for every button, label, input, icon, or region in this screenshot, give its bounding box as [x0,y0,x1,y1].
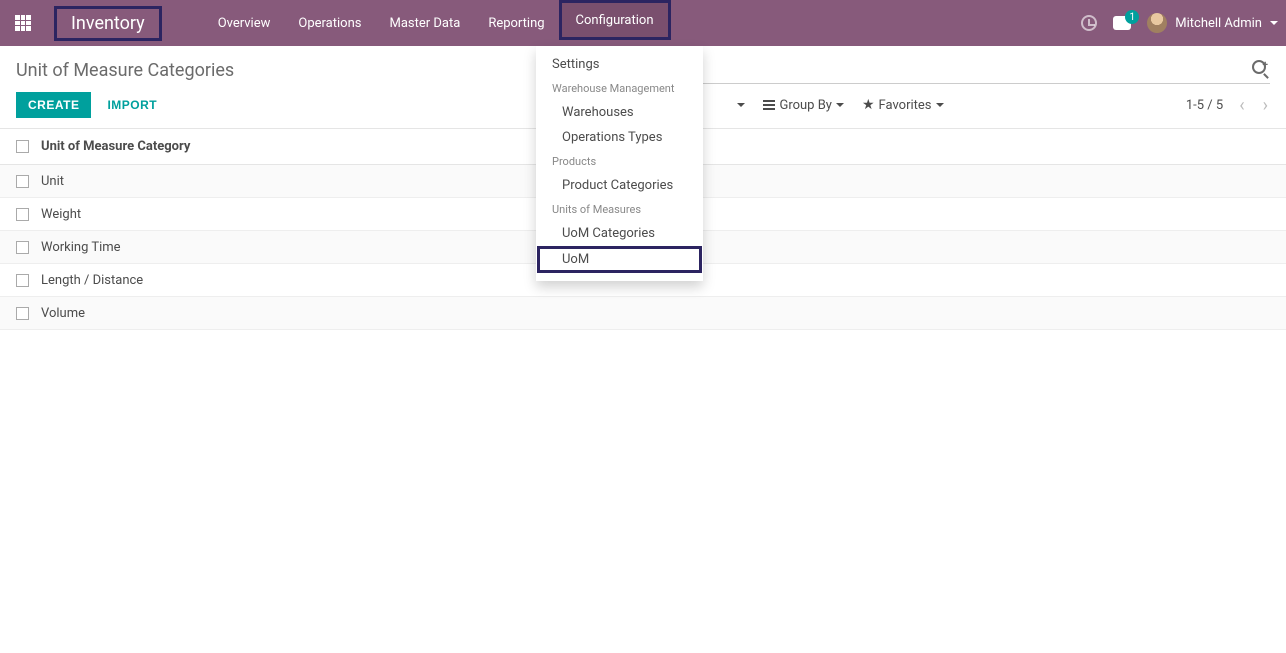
row-checkbox[interactable] [16,175,29,188]
row-category: Length / Distance [41,273,143,288]
user-name: Mitchell Admin [1175,16,1262,31]
pager-prev[interactable]: ‹ [1237,95,1246,116]
list-icon [763,100,775,110]
create-button[interactable]: CREATE [16,92,91,118]
chevron-down-icon [836,103,844,111]
configuration-dropdown: Settings Warehouse Management Warehouses… [536,46,703,281]
row-checkbox[interactable] [16,274,29,287]
topbar: Inventory Overview Operations Master Dat… [0,0,1286,46]
dd-header-warehouse: Warehouse Management [536,77,703,100]
select-all-checkbox[interactable] [16,140,29,153]
group-by-label: Group By [779,98,832,113]
list-row[interactable]: Volume [0,297,1286,330]
search-input[interactable] [694,56,1270,84]
dd-warehouses[interactable]: Warehouses [536,100,703,125]
row-checkbox[interactable] [16,208,29,221]
row-checkbox[interactable] [16,241,29,254]
user-menu[interactable]: Mitchell Admin [1147,13,1278,33]
dd-uom[interactable]: UoM [537,246,702,273]
filters-button[interactable] [737,100,745,111]
chevron-down-icon [936,103,944,111]
column-header-category[interactable]: Unit of Measure Category [41,139,190,154]
pager-text: 1-5 / 5 [1186,98,1223,113]
star-icon: ★ [862,97,875,113]
page-title: Unit of Measure Categories [16,60,234,81]
app-title[interactable]: Inventory [54,6,162,41]
main-nav: Overview Operations Master Data Reportin… [204,0,671,46]
row-category: Working Time [41,240,121,255]
row-category: Weight [41,207,81,222]
row-checkbox[interactable] [16,307,29,320]
pager-next[interactable]: › [1261,95,1270,116]
topbar-right: 1 Mitchell Admin [1081,0,1278,46]
search-icon[interactable]: + [1252,60,1268,76]
nav-master-data[interactable]: Master Data [375,0,474,46]
apps-icon [15,15,31,31]
search-wrapper: + [694,56,1270,84]
import-button[interactable]: IMPORT [99,92,165,118]
messaging-badge: 1 [1125,10,1139,24]
dd-product-categories[interactable]: Product Categories [536,173,703,198]
dd-settings[interactable]: Settings [536,52,703,77]
nav-overview[interactable]: Overview [204,0,285,46]
row-category: Volume [41,306,85,321]
chevron-down-icon [1270,21,1278,29]
avatar [1147,13,1167,33]
nav-operations[interactable]: Operations [284,0,375,46]
group-by-button[interactable]: Group By [763,98,844,113]
dd-operations-types[interactable]: Operations Types [536,125,703,150]
nav-configuration[interactable]: Configuration [559,0,671,40]
apps-menu-button[interactable] [8,8,38,38]
chevron-down-icon [737,103,745,111]
nav-reporting[interactable]: Reporting [474,0,558,46]
dd-uom-categories[interactable]: UoM Categories [536,221,703,246]
favorites-label: Favorites [879,98,932,113]
dd-header-products: Products [536,150,703,173]
messaging-button[interactable]: 1 [1113,16,1131,30]
row-category: Unit [41,174,64,189]
activity-icon[interactable] [1081,15,1097,31]
dd-header-uom: Units of Measures [536,198,703,221]
favorites-button[interactable]: ★ Favorites [862,97,944,113]
